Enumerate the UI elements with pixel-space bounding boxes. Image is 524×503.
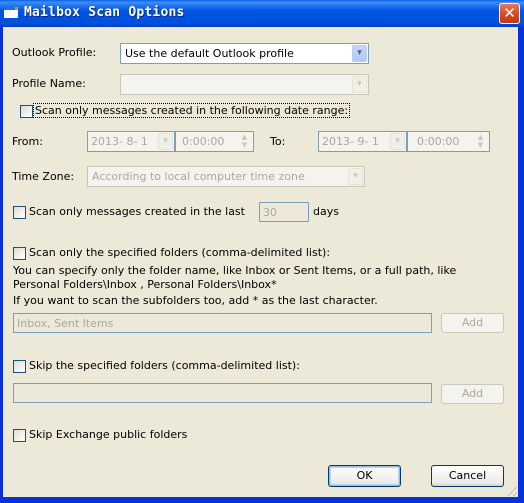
scan-folders-help-2: Personal Folders\Inbox , Personal Folder… (13, 278, 277, 291)
skip-folders-input[interactable] (13, 383, 432, 403)
time-zone-select[interactable]: According to local computer time zone ▾ (87, 166, 365, 187)
scan-folders-help-3: If you want to scan the subfolders too, … (13, 294, 378, 307)
skip-folders-checkbox[interactable] (13, 360, 26, 373)
chevron-down-icon[interactable]: ▾ (390, 133, 405, 150)
profile-name-select[interactable]: ▾ (120, 74, 369, 95)
spin-up-icon[interactable]: ▲ (478, 133, 483, 141)
profile-name-label: Profile Name: (12, 77, 86, 90)
date-range-checkbox[interactable] (20, 105, 33, 118)
to-date-picker[interactable]: 2013- 9- 1 ▾ (318, 131, 407, 152)
time-zone-label: Time Zone: (12, 170, 75, 183)
scan-folders-checkbox[interactable] (13, 247, 26, 260)
scan-folders-label[interactable]: Scan only the specified folders (comma-d… (29, 246, 330, 259)
outlook-profile-select[interactable]: Use the default Outlook profile ▾ (120, 43, 369, 64)
skip-public-checkbox[interactable] (13, 429, 26, 442)
skip-public-label[interactable]: Skip Exchange public folders (29, 428, 187, 441)
last-days-checkbox[interactable] (13, 206, 26, 219)
spin-arrows-icon[interactable]: ▲ ▼ (473, 133, 488, 150)
title-bar[interactable]: Mailbox Scan Options ✕ (0, 0, 524, 27)
from-date-value: 2013- 8- 1 (91, 135, 148, 148)
date-range-label[interactable]: Scan only messages created in the follow… (33, 103, 351, 118)
window-icon (4, 7, 18, 18)
resize-grip-icon[interactable] (505, 484, 517, 496)
skip-folders-add-button[interactable]: Add (441, 384, 504, 404)
to-time-value: 0:00:00 (417, 135, 460, 148)
cancel-button[interactable]: Cancel (431, 465, 504, 487)
last-days-label[interactable]: Scan only messages created in the last (29, 205, 245, 218)
to-time-picker[interactable]: 0:00:00 ▲ ▼ (407, 131, 490, 152)
scan-folders-input[interactable]: Inbox, Sent Items (13, 313, 432, 333)
to-date-value: 2013- 9- 1 (322, 135, 379, 148)
ok-button[interactable]: OK (328, 465, 401, 487)
close-button[interactable]: ✕ (499, 3, 520, 24)
spin-down-icon[interactable]: ▼ (478, 141, 483, 149)
skip-folders-label[interactable]: Skip the specified folders (comma-delimi… (29, 359, 300, 372)
spin-down-icon[interactable]: ▼ (242, 141, 247, 149)
dialog-window: Mailbox Scan Options ✕ Outlook Profile: … (0, 0, 524, 503)
last-days-input[interactable]: 30 (259, 202, 309, 222)
scan-folders-add-button[interactable]: Add (441, 313, 504, 333)
dialog-body: Outlook Profile: Use the default Outlook… (3, 27, 518, 497)
window-title: Mailbox Scan Options (24, 5, 185, 20)
to-label: To: (270, 135, 286, 148)
from-time-picker[interactable]: 0:00:00 ▲ ▼ (175, 131, 254, 152)
days-unit-label: days (313, 205, 339, 218)
scan-folders-help-1: You can specify only the folder name, li… (13, 264, 457, 277)
chevron-down-icon[interactable]: ▾ (348, 168, 363, 185)
spin-up-icon[interactable]: ▲ (242, 133, 247, 141)
outlook-profile-value: Use the default Outlook profile (125, 47, 294, 60)
outlook-profile-label: Outlook Profile: (12, 46, 97, 59)
spin-arrows-icon[interactable]: ▲ ▼ (237, 133, 252, 150)
last-days-value: 30 (263, 206, 277, 219)
chevron-down-icon[interactable]: ▾ (352, 76, 367, 93)
chevron-down-icon[interactable]: ▾ (158, 133, 173, 150)
from-date-picker[interactable]: 2013- 8- 1 ▾ (87, 131, 175, 152)
from-time-value: 0:00:00 (182, 135, 225, 148)
scan-folders-placeholder: Inbox, Sent Items (17, 317, 114, 330)
from-label: From: (12, 135, 43, 148)
chevron-down-icon[interactable]: ▾ (352, 45, 367, 62)
time-zone-value: According to local computer time zone (92, 170, 305, 183)
